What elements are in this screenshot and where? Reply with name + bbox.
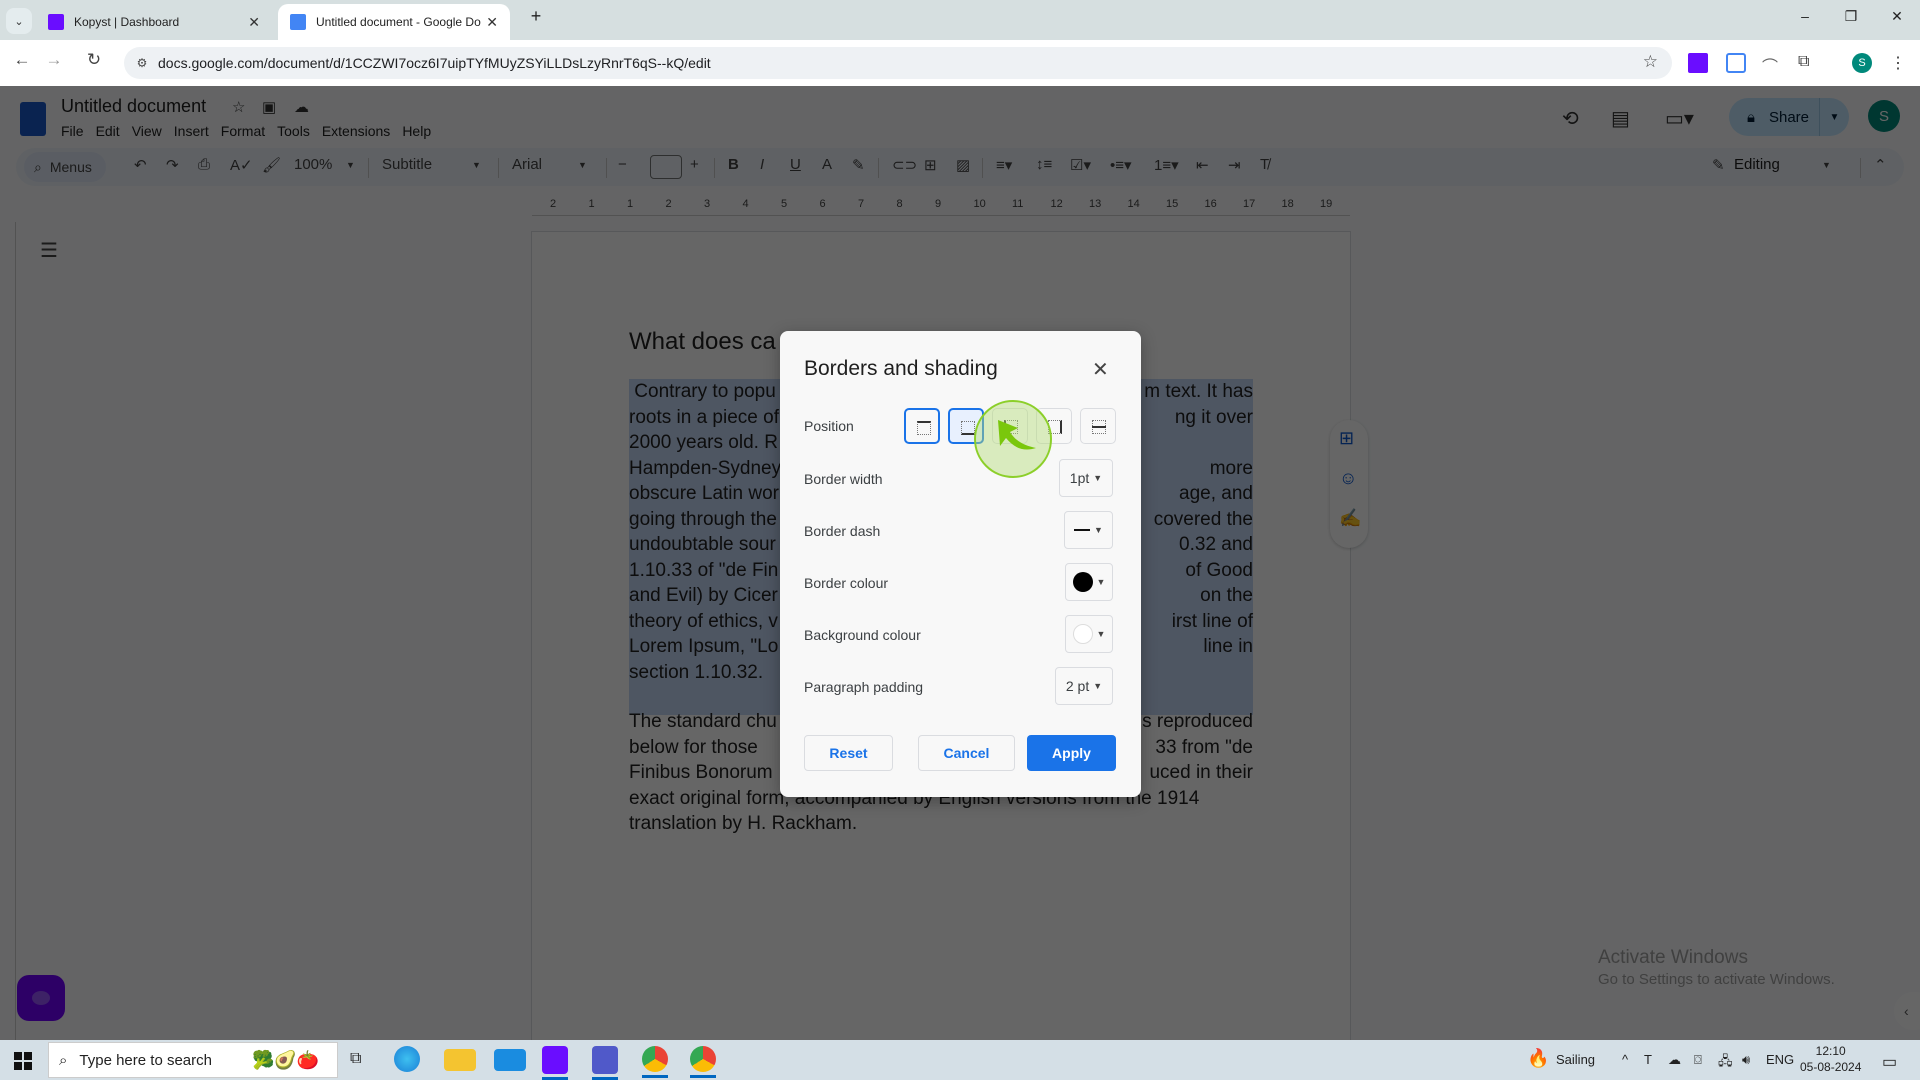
task-view-icon[interactable]: ⧉ xyxy=(350,1050,361,1068)
reload-icon[interactable]: ↻ xyxy=(82,50,106,70)
close-tab-icon[interactable]: ✕ xyxy=(486,14,498,31)
clock[interactable]: 12:10 05-08-2024 xyxy=(1800,1043,1861,1075)
bookmark-star-icon[interactable]: ☆ xyxy=(1643,52,1658,72)
notifications-icon[interactable]: ▭ xyxy=(1882,1052,1897,1072)
weather-icon[interactable]: 🔥 xyxy=(1527,1048,1549,1069)
border-between-icon xyxy=(1092,420,1106,434)
borders-and-shading-dialog: Borders and shading ✕ Position Border wi… xyxy=(780,331,1141,797)
border-bottom-icon xyxy=(961,421,975,435)
dialog-title: Borders and shading xyxy=(804,357,998,380)
edge-icon[interactable] xyxy=(394,1046,420,1072)
browser-toolbar: ← → ↻ ⚙ docs.google.com/document/d/1CCZW… xyxy=(0,40,1920,86)
search-highlight-icon: 🥦🥑🍅 xyxy=(251,1049,320,1070)
extensions-puzzle-icon[interactable]: ⧉ xyxy=(1798,53,1818,73)
click-indicator xyxy=(974,400,1052,478)
caret-down-icon: ▼ xyxy=(1096,629,1106,639)
back-icon[interactable]: ← xyxy=(10,50,34,70)
tab-label: Kopyst | Dashboard xyxy=(74,15,180,29)
more-menu-icon[interactable]: ⋮ xyxy=(1890,53,1910,73)
reset-button[interactable]: Reset xyxy=(804,735,893,771)
taskbar-search-placeholder: Type here to search xyxy=(79,1051,212,1069)
border-colour-label: Border colour xyxy=(804,575,889,591)
caret-down-icon: ▼ xyxy=(1093,681,1103,691)
teams-icon[interactable] xyxy=(592,1046,618,1080)
windows-start-icon[interactable] xyxy=(14,1052,32,1070)
cancel-button[interactable]: Cancel xyxy=(918,735,1015,771)
teams-tray-icon[interactable]: T xyxy=(1644,1052,1652,1067)
border-top-icon xyxy=(917,421,931,435)
tab-docs[interactable]: Untitled document - Google Do ✕ xyxy=(278,4,510,40)
chrome-profile-s-icon[interactable] xyxy=(690,1046,716,1078)
border-width-select[interactable]: 1pt ▼ xyxy=(1059,459,1113,497)
border-dash-label: Border dash xyxy=(804,523,881,539)
docs-extension-icon[interactable] xyxy=(1726,53,1746,73)
kopyst-extension-icon[interactable] xyxy=(1688,53,1708,73)
docs-icon xyxy=(290,14,306,30)
close-tab-icon[interactable]: ✕ xyxy=(248,14,260,31)
position-label: Position xyxy=(804,418,854,434)
volume-icon[interactable]: 🔊︎ xyxy=(1742,1052,1750,1068)
minimize-button[interactable]: – xyxy=(1790,8,1820,24)
file-explorer-icon[interactable] xyxy=(444,1049,476,1071)
new-tab-button[interactable]: + xyxy=(521,6,551,27)
mail-icon[interactable] xyxy=(494,1049,526,1071)
border-width-value: 1pt xyxy=(1069,470,1090,486)
kopyst-icon xyxy=(48,14,64,30)
chevron-down-icon: ⌄ xyxy=(14,15,24,28)
paragraph-padding-label: Paragraph padding xyxy=(804,679,924,695)
close-icon[interactable]: ✕ xyxy=(1092,357,1109,382)
windows-taskbar: ⌕ Type here to search 🥦🥑🍅 ⧉ 🔥 Sailing ^ … xyxy=(0,1040,1920,1080)
profile-avatar[interactable]: S xyxy=(1852,53,1872,73)
tab-label: Untitled document - Google Do xyxy=(316,15,481,29)
forward-icon[interactable]: → xyxy=(42,50,66,70)
paragraph-padding-value: 2 pt xyxy=(1065,678,1090,694)
solid-line-icon xyxy=(1074,529,1091,531)
border-colour-select[interactable]: ▼ xyxy=(1065,563,1113,601)
caret-down-icon: ▼ xyxy=(1094,525,1103,535)
tab-search-button[interactable]: ⌄ xyxy=(6,8,32,34)
caret-down-icon: ▼ xyxy=(1096,577,1106,587)
paragraph-padding-select[interactable]: 2 pt ▼ xyxy=(1055,667,1113,705)
background-colour-label: Background colour xyxy=(804,627,921,643)
clock-time: 12:10 xyxy=(1815,1044,1846,1058)
language-indicator[interactable]: ENG xyxy=(1766,1052,1794,1067)
chrome-profile-a-icon[interactable] xyxy=(642,1046,668,1078)
url-text[interactable]: docs.google.com/document/d/1CCZWI7ocz6I7… xyxy=(158,55,711,71)
border-colour-swatch xyxy=(1072,572,1093,592)
taskbar-search[interactable]: ⌕ Type here to search 🥦🥑🍅 xyxy=(48,1042,338,1078)
cursor-arrow-icon xyxy=(998,420,1036,450)
browser-tabstrip: ⌄ Kopyst | Dashboard ✕ Untitled document… xyxy=(0,0,1920,40)
weather-label[interactable]: Sailing xyxy=(1556,1052,1595,1067)
apply-button[interactable]: Apply xyxy=(1027,735,1116,771)
background-colour-select[interactable]: ▼ xyxy=(1065,615,1113,653)
background-colour-swatch xyxy=(1072,624,1093,644)
border-width-label: Border width xyxy=(804,471,883,487)
close-window-button[interactable]: ✕ xyxy=(1882,8,1912,25)
caret-down-icon: ▼ xyxy=(1093,473,1103,483)
border-dash-select[interactable]: ▼ xyxy=(1064,511,1113,549)
restore-button[interactable]: ❐ xyxy=(1836,8,1866,25)
kopyst-app-icon[interactable] xyxy=(542,1046,568,1080)
network-icon[interactable]: 🖧︎ xyxy=(1718,1052,1733,1074)
tab-kopyst[interactable]: Kopyst | Dashboard ✕ xyxy=(36,4,272,40)
camera-icon[interactable]: ⌼ xyxy=(1694,1052,1702,1068)
onedrive-icon[interactable]: ☁ xyxy=(1668,1052,1681,1068)
position-between-button[interactable] xyxy=(1080,408,1116,444)
show-hidden-icons[interactable]: ^ xyxy=(1622,1052,1628,1067)
arc-extension-icon[interactable]: ⌒ xyxy=(1762,53,1782,76)
position-top-button[interactable] xyxy=(904,408,940,444)
clock-date: 05-08-2024 xyxy=(1800,1060,1862,1074)
site-settings-icon[interactable]: ⚙ xyxy=(132,53,152,73)
address-bar[interactable]: ⚙ docs.google.com/document/d/1CCZWI7ocz6… xyxy=(124,47,1672,79)
search-icon: ⌕ xyxy=(59,1051,68,1069)
